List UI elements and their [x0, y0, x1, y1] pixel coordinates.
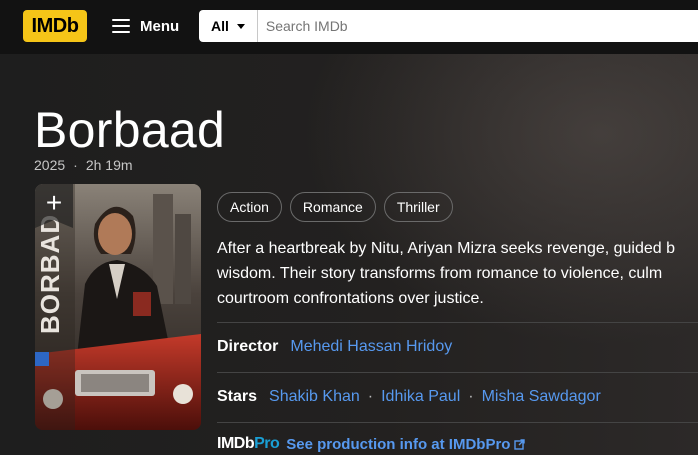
divider [217, 372, 698, 373]
director-label: Director [217, 338, 279, 355]
plot-line: wisdom. Their story transforms from roma… [217, 265, 663, 282]
search-category-dropdown[interactable]: All [199, 10, 258, 42]
page-title: Borbaad [34, 102, 226, 158]
divider [217, 422, 698, 423]
director-link[interactable]: Mehedi Hassan Hridoy [290, 338, 452, 356]
star-link[interactable]: Misha Sawdagor [482, 388, 601, 406]
divider [217, 322, 698, 323]
search-bar: All [199, 10, 698, 42]
external-link-icon [514, 438, 526, 450]
imdbpro-logo-pro: Pro [254, 435, 280, 452]
release-year[interactable]: 2025 [34, 157, 65, 173]
top-navigation-bar: IMDb Menu All [0, 0, 698, 54]
credit-separator: · [367, 388, 374, 405]
menu-button[interactable]: Menu [112, 12, 179, 40]
caret-down-icon [236, 23, 245, 29]
plot-summary: After a heartbreak by Nitu, Ariyan Mizra… [217, 236, 698, 311]
imdb-logo[interactable]: IMDb [23, 10, 87, 42]
search-input[interactable] [257, 10, 698, 42]
director-row: Director Mehedi Hassan Hridoy [217, 338, 452, 356]
imdbpro-logo: IMDbPro [217, 435, 280, 453]
imdbpro-link-label: See production info at IMDbPro [286, 435, 511, 453]
genre-chip-thriller[interactable]: Thriller [383, 192, 453, 222]
imdbpro-row: IMDbPro See production info at IMDbPro [217, 435, 526, 453]
genre-chips: Action Romance Thriller [217, 192, 453, 222]
plus-icon: + [45, 187, 63, 218]
runtime: 2h 19m [85, 157, 133, 173]
stars-label: Stars [217, 388, 258, 405]
imdbpro-logo-imdb: IMDb [217, 435, 255, 452]
stars-row: Stars Shakib Khan · Idhika Paul · Misha … [217, 388, 601, 406]
credit-separator: · [468, 388, 474, 405]
genre-chip-romance[interactable]: Romance [289, 192, 376, 222]
poster-image[interactable]: BORBAD + [35, 184, 201, 430]
meta-separator: · [73, 157, 78, 173]
plot-line: courtroom confrontations over justice. [217, 290, 484, 307]
menu-label: Menu [140, 17, 180, 35]
svg-text:BORBAD: BORBAD [35, 214, 65, 334]
star-link[interactable]: Idhika Paul [381, 388, 460, 406]
hamburger-icon [112, 19, 130, 33]
imdbpro-link[interactable]: See production info at IMDbPro [286, 435, 526, 453]
title-metadata: 2025 · 2h 19m [34, 157, 133, 173]
search-category-label: All [211, 18, 229, 34]
genre-chip-action[interactable]: Action [217, 192, 282, 222]
star-link[interactable]: Shakib Khan [269, 388, 360, 406]
plot-line: After a heartbreak by Nitu, Ariyan Mizra… [217, 240, 676, 257]
